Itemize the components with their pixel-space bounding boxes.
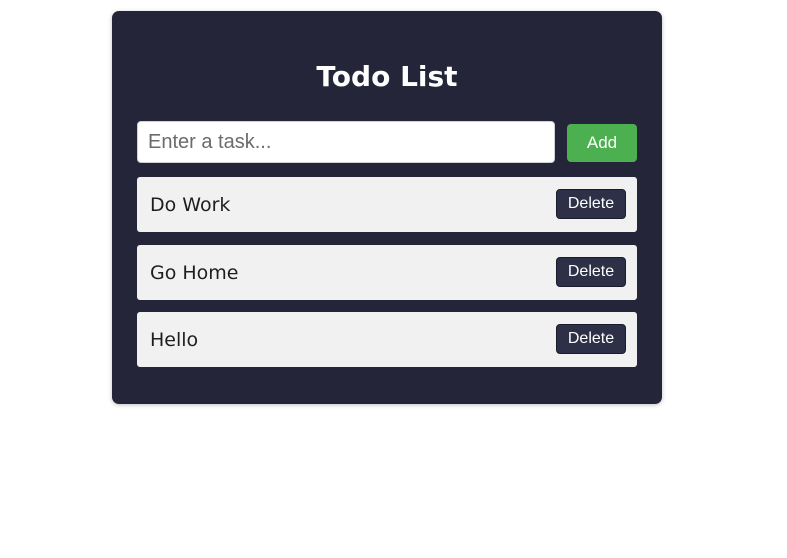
todo-item: Go Home Delete: [137, 244, 637, 300]
page-title: Todo List: [316, 60, 458, 93]
delete-button[interactable]: Delete: [556, 324, 626, 354]
delete-button[interactable]: Delete: [556, 256, 626, 287]
task-input[interactable]: [137, 121, 555, 163]
todo-item: Do Work Delete: [137, 177, 637, 232]
todo-item: Hello Delete: [137, 312, 637, 367]
todo-card: Todo List Add Do Work Delete Go Home Del…: [112, 11, 662, 404]
add-button[interactable]: Add: [567, 124, 637, 162]
todo-text: Do Work: [150, 194, 231, 216]
todo-text: Hello: [150, 329, 199, 351]
todo-list: Do Work Delete Go Home Delete Hello Dele…: [137, 177, 637, 380]
todo-text: Go Home: [150, 261, 239, 284]
delete-button[interactable]: Delete: [556, 189, 626, 219]
